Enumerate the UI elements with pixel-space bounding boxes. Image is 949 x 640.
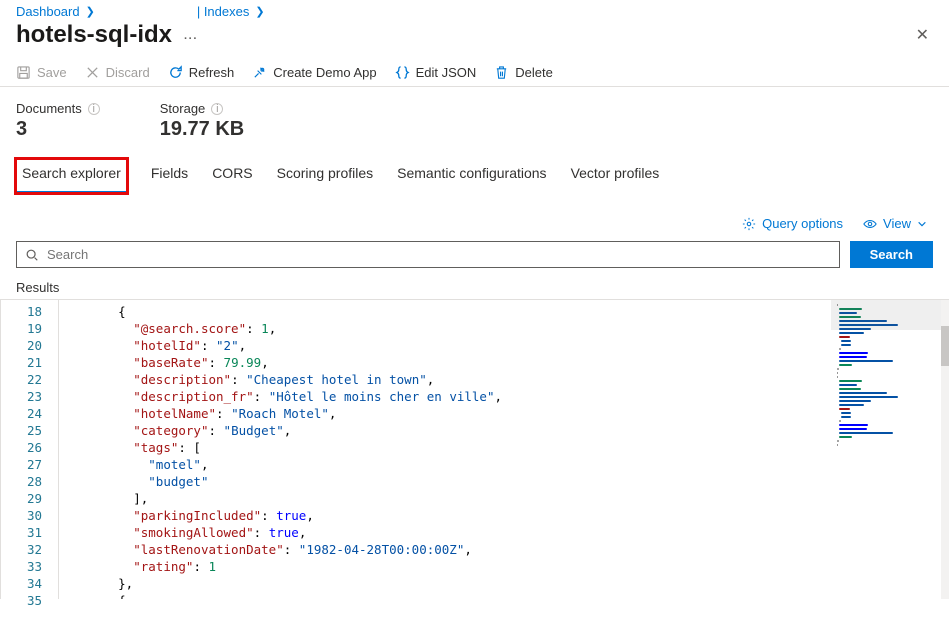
search-input-wrap[interactable] (16, 241, 840, 268)
line-gutter: 181920212223242526272829303132333435 (0, 300, 58, 599)
delete-button[interactable]: Delete (494, 65, 553, 80)
breadcrumb-dashboard[interactable]: Dashboard (16, 4, 80, 19)
discard-label: Discard (106, 65, 150, 80)
discard-button[interactable]: Discard (85, 65, 150, 80)
gear-icon (742, 217, 756, 231)
tab-cors[interactable]: CORS (212, 159, 252, 193)
chevron-right-icon: ❯ (86, 5, 95, 18)
page-title: hotels-sql-idx (16, 21, 172, 49)
tab-vector[interactable]: Vector profiles (571, 159, 660, 193)
search-row: Search (0, 237, 949, 276)
query-options-button[interactable]: Query options (742, 216, 843, 231)
view-button[interactable]: View (863, 216, 927, 231)
tabs: Search explorer Fields CORS Scoring prof… (0, 149, 949, 194)
scrollbar-thumb[interactable] (941, 326, 949, 366)
info-icon[interactable]: i (88, 103, 100, 115)
refresh-button[interactable]: Refresh (168, 65, 235, 80)
editjson-label: Edit JSON (416, 65, 477, 80)
breadcrumb: Dashboard ❯ | Indexes ❯ (0, 0, 949, 19)
more-actions-icon[interactable]: ··· (184, 33, 198, 45)
results-label: Results (0, 276, 949, 299)
tab-search-explorer[interactable]: Search explorer (16, 159, 127, 193)
tab-scoring[interactable]: Scoring profiles (277, 159, 374, 193)
title-row: hotels-sql-idx ··· ✕ (0, 19, 949, 59)
discard-icon (85, 65, 100, 80)
json-code[interactable]: { "@search.score": 1, "hotelId": "2", "b… (58, 300, 829, 599)
breadcrumb-indexes[interactable]: | Indexes (197, 4, 250, 19)
documents-stat: Documents i 3 (16, 101, 100, 141)
save-label: Save (37, 65, 67, 80)
demo-app-button[interactable]: Create Demo App (252, 65, 376, 80)
save-icon (16, 65, 31, 80)
documents-value: 3 (16, 118, 100, 141)
close-icon[interactable]: ✕ (912, 21, 933, 49)
info-icon[interactable]: i (211, 103, 223, 115)
search-input[interactable] (47, 247, 831, 262)
documents-label: Documents (16, 101, 82, 116)
storage-value: 19.77 KB (160, 118, 245, 141)
search-button[interactable]: Search (850, 241, 933, 268)
storage-stat: Storage i 19.77 KB (160, 101, 245, 141)
refresh-icon (168, 65, 183, 80)
stats-row: Documents i 3 Storage i 19.77 KB (0, 87, 949, 149)
demo-label: Create Demo App (273, 65, 376, 80)
tools-icon (252, 65, 267, 80)
edit-json-button[interactable]: Edit JSON (395, 65, 477, 80)
delete-label: Delete (515, 65, 553, 80)
trash-icon (494, 65, 509, 80)
view-label: View (883, 216, 911, 231)
query-options-label: Query options (762, 216, 843, 231)
json-editor: 181920212223242526272829303132333435 { "… (0, 299, 949, 599)
eye-icon (863, 217, 877, 231)
chevron-down-icon (917, 219, 927, 229)
storage-label: Storage (160, 101, 206, 116)
minimap-viewport[interactable] (831, 300, 949, 330)
explorer-toolbar: Query options View (0, 194, 949, 237)
chevron-right-icon: ❯ (255, 5, 264, 18)
tab-fields[interactable]: Fields (151, 159, 188, 193)
braces-icon (395, 65, 410, 80)
search-icon (25, 248, 39, 262)
refresh-label: Refresh (189, 65, 235, 80)
command-bar: Save Discard Refresh Create Demo App Edi… (0, 59, 949, 87)
tab-semantic[interactable]: Semantic configurations (397, 159, 546, 193)
save-button[interactable]: Save (16, 65, 67, 80)
minimap[interactable] (829, 300, 949, 599)
